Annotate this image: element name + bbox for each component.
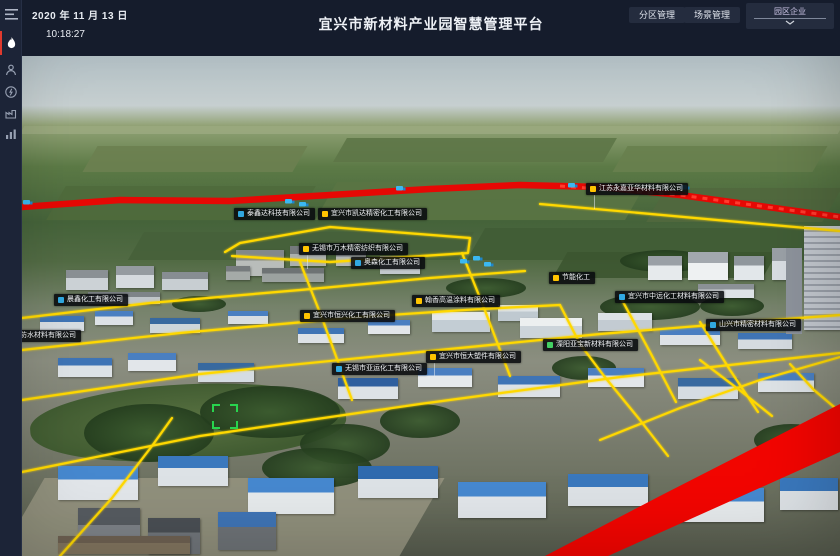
fire-icon[interactable] — [0, 34, 22, 52]
company-marker-icon — [430, 354, 436, 360]
company-label[interactable]: 江苏永嘉亚华材料有限公司 — [586, 183, 688, 195]
company-label-text: 翰香高温涂料有限公司 — [425, 295, 495, 307]
chevron-down-icon — [785, 20, 795, 25]
company-marker-icon — [547, 342, 553, 348]
map-3d-view[interactable]: 泰鑫达科技有限公司 宜兴市凯达精密化工有限公司无锡市万木精密纺织有限公司奥森化工有… — [0, 0, 840, 556]
company-marker-icon — [553, 275, 559, 281]
company-marker-icon — [238, 211, 244, 217]
company-marker-icon — [304, 313, 310, 319]
menu-icon[interactable] — [0, 5, 22, 23]
company-label-text: 晨鑫化工有限公司 — [67, 294, 123, 306]
label-connector — [307, 255, 308, 269]
truck-icon[interactable] — [396, 186, 406, 191]
company-label[interactable]: 翰香高温涂料有限公司 — [412, 295, 500, 307]
company-label-text: 宜兴市恒大塑件有限公司 — [439, 351, 516, 363]
app-window: 泰鑫达科技有限公司 宜兴市凯达精密化工有限公司无锡市万木精密纺织有限公司奥森化工有… — [0, 0, 840, 556]
truck-icon[interactable] — [473, 256, 483, 261]
company-label-text: 山兴市精密材料有限公司 — [719, 319, 796, 331]
map-overlay-svg — [0, 0, 840, 556]
factory-icon[interactable] — [0, 104, 22, 122]
truck-icon[interactable] — [460, 259, 470, 264]
truck-icon[interactable] — [299, 202, 309, 207]
left-sidebar — [0, 0, 22, 556]
company-marker-icon — [619, 294, 625, 300]
company-label-text: 宜兴市恒兴化工有限公司 — [313, 310, 390, 322]
datetime-block: 2020 年 11 月 13 日 10:18:27 — [32, 7, 128, 40]
company-label-text: 节能化工 — [562, 272, 590, 284]
company-label[interactable]: 溧阳亚宝新材料有限公司 — [543, 339, 638, 351]
company-label[interactable]: 节能化工 — [549, 272, 595, 284]
company-label-text: 奥森化工有限公司 — [364, 257, 420, 269]
top-header: 2020 年 11 月 13 日 10:18:27 宜兴市新材料产业园智慧管理平… — [22, 0, 840, 56]
company-label[interactable]: 宜兴市凯达精密化工有限公司 — [318, 208, 427, 220]
company-label[interactable]: 宜兴市恒兴化工有限公司 — [300, 310, 395, 322]
company-label[interactable]: 泰鑫达科技有限公司 — [234, 208, 315, 220]
truck-icon[interactable] — [23, 200, 33, 205]
selection-bracket — [213, 405, 237, 428]
bar-chart-icon[interactable] — [0, 125, 22, 143]
truck-icon[interactable] — [484, 262, 494, 267]
company-label-text: 无锡市万木精密纺织有限公司 — [312, 243, 403, 255]
dropdown-divider — [754, 18, 826, 19]
company-marker-icon — [416, 298, 422, 304]
company-label-text: 宜兴市凯达精密化工有限公司 — [331, 208, 422, 220]
company-label[interactable]: 晨鑫化工有限公司 — [54, 294, 128, 306]
label-connector — [434, 363, 435, 377]
time-text: 10:18:27 — [46, 29, 128, 40]
page-title: 宜兴市新材料产业园智慧管理平台 — [319, 14, 544, 34]
scene-manage-button[interactable]: 场景管理 — [684, 7, 740, 23]
company-label[interactable]: 宜兴市恒大塑件有限公司 — [426, 351, 521, 363]
congested-road-red — [22, 185, 840, 556]
company-marker-icon — [322, 211, 328, 217]
energy-icon[interactable] — [0, 83, 22, 101]
company-label[interactable]: 山兴市精密材料有限公司 — [706, 319, 801, 331]
company-marker-icon — [590, 186, 596, 192]
company-marker-icon — [355, 260, 361, 266]
company-label-text: 江苏永嘉亚华材料有限公司 — [599, 183, 683, 195]
company-label[interactable]: 奥森化工有限公司 — [351, 257, 425, 269]
company-label[interactable]: 宜兴市中远化工材料有限公司 — [615, 291, 724, 303]
date-text: 2020 年 11 月 13 日 — [32, 7, 128, 22]
company-label[interactable]: 无锡市亚运化工有限公司 — [332, 363, 427, 375]
company-label-text: 宜兴市中远化工材料有限公司 — [628, 291, 719, 303]
company-marker-icon — [303, 246, 309, 252]
company-label[interactable]: 无锡市万木精密纺织有限公司 — [299, 243, 408, 255]
zone-manage-button[interactable]: 分区管理 — [629, 7, 685, 23]
company-label-text: 溧阳亚宝新材料有限公司 — [556, 339, 633, 351]
company-label-text: 泰鑫达科技有限公司 — [247, 208, 310, 220]
user-icon[interactable] — [0, 61, 22, 79]
label-connector — [594, 195, 595, 209]
company-marker-icon — [58, 297, 64, 303]
company-label-text: 无锡市亚运化工有限公司 — [345, 363, 422, 375]
park-enterprise-dropdown[interactable]: 园区企业 — [746, 3, 834, 29]
company-marker-icon — [336, 366, 342, 372]
company-marker-icon — [710, 322, 716, 328]
dropdown-label: 园区企业 — [774, 7, 806, 16]
